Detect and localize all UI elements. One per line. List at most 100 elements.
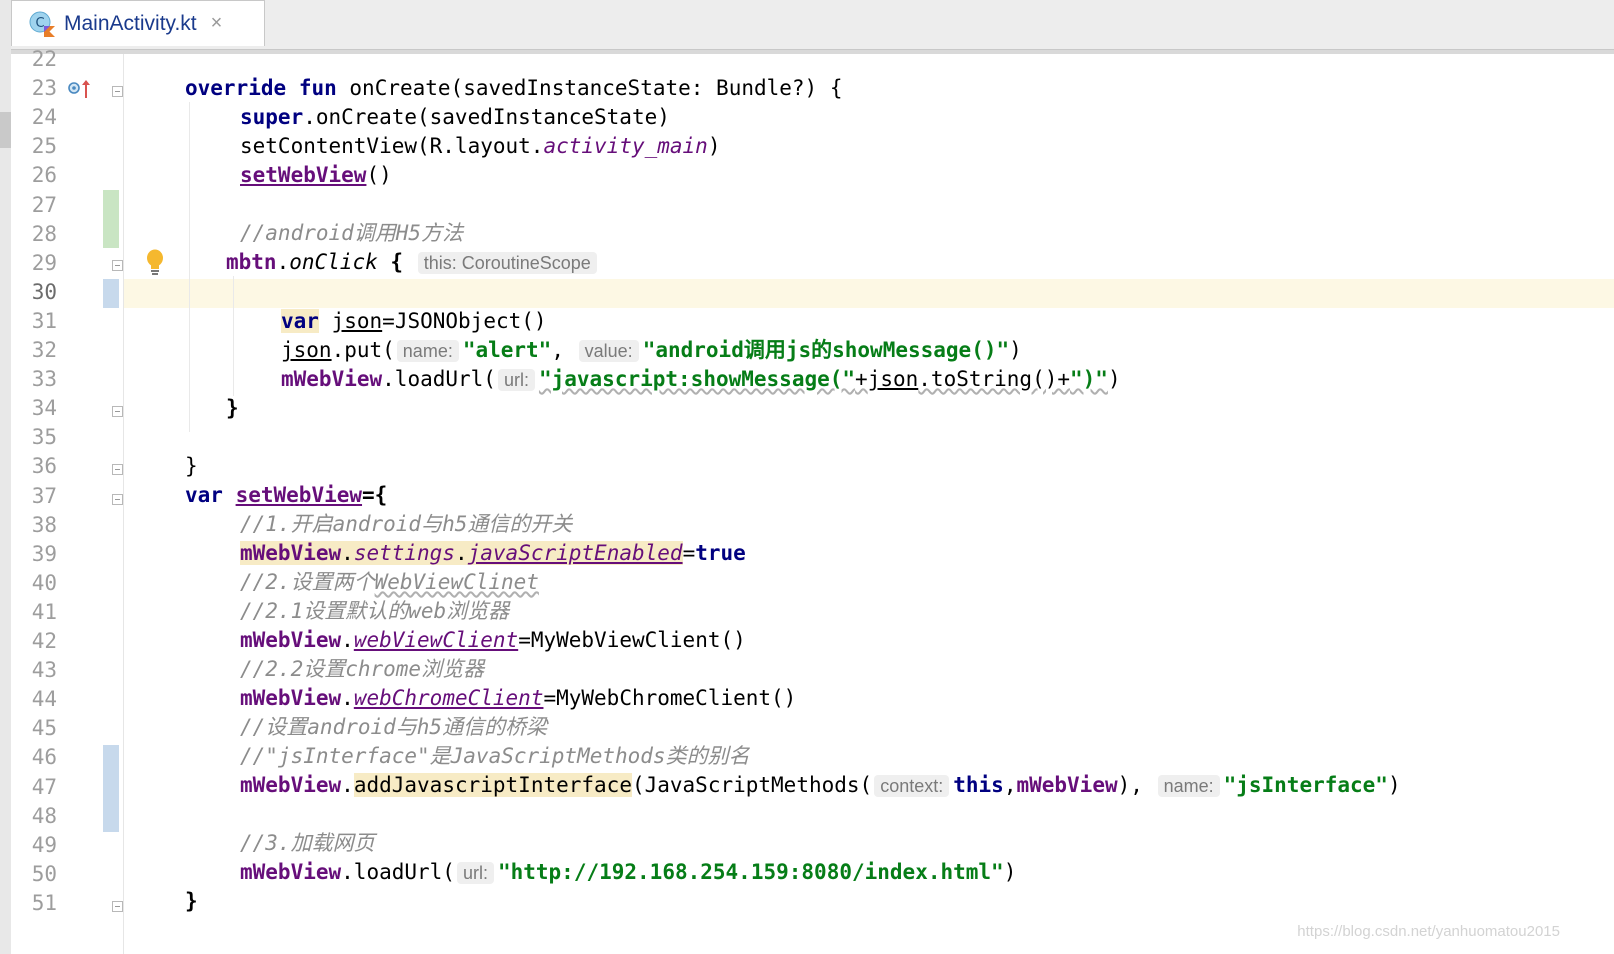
inlay-hint: name: [396,340,459,362]
code-text: .toString()+ [918,367,1070,391]
line-number: 47 [31,774,57,799]
code-line-46[interactable]: //"jsInterface"是JavaScriptMethods类的别名 [240,742,750,771]
fold-toggle-icon[interactable] [112,86,123,97]
code-line-23[interactable]: override fun onCreate(savedInstanceState… [185,74,843,103]
code-text: } [185,454,198,478]
fold-toggle-icon[interactable] [112,901,123,912]
line-number: 26 [31,163,57,188]
line-number: 33 [31,367,57,392]
property: activity_main [543,134,708,158]
code-line-34[interactable]: } [226,394,239,423]
inlay-hint: url: [497,369,535,391]
code-line-43[interactable]: //2.2设置chrome浏览器 [240,655,484,684]
code-line-28[interactable]: //android调用H5方法 [240,219,463,248]
property: webChromeClient [353,686,544,710]
code-text: . [341,773,354,797]
code-line-45[interactable]: //设置android与h5通信的桥梁 [240,713,547,742]
line-number: 30 [31,279,57,304]
code-line-26[interactable]: setWebView() [240,161,392,190]
method-call: addJavascriptInterface [353,773,632,797]
line-number: 51 [31,890,57,915]
comment: //"jsInterface"是JavaScriptMethods类的别名 [240,744,750,768]
code-line-47[interactable]: mWebView.addJavascriptInterface(JavaScri… [240,771,1401,800]
tab-mainactivity[interactable]: C MainActivity.kt × [11,0,265,46]
string-literal: "alert" [462,338,552,362]
inlay-hint: value: [578,340,639,362]
close-tab-icon[interactable]: × [211,12,223,35]
line-number: 39 [31,541,57,566]
code-line-40[interactable]: //2.设置两个WebViewClinet [240,568,539,597]
keyword: var [185,483,223,507]
fold-toggle-icon[interactable] [112,464,123,475]
line-number: 24 [31,105,57,130]
code-text: onCreate(savedInstanceState: Bundle?) { [349,76,843,100]
code-text: ), [1117,773,1156,797]
override-marker-icon[interactable] [67,78,93,102]
code-line-25[interactable]: setContentView(R.layout.activity_main) [240,132,720,161]
code-line-42[interactable]: mWebView.webViewClient=MyWebViewClient() [240,626,746,655]
comment: WebViewClinet [374,570,539,594]
extension-call: onClick [289,250,378,274]
intention-bulb-icon[interactable] [144,248,166,276]
code-text: () [366,163,392,187]
keyword: true [695,541,746,565]
code-line-41[interactable]: //2.1设置默认的web浏览器 [240,597,509,626]
code-line-39[interactable]: mWebView.settings.javaScriptEnabled=true [240,539,746,568]
indent-guide [189,102,190,432]
code-line-50[interactable]: mWebView.loadUrl(url: "http://192.168.254… [240,858,1016,887]
field: mWebView [240,773,342,797]
code-line-44[interactable]: mWebView.webChromeClient=MyWebChromeClie… [240,684,796,713]
code-line-38[interactable]: //1.开启android与h5通信的开关 [240,510,572,539]
keyword: this [953,773,1004,797]
code-line-37[interactable]: var setWebView={ [185,481,387,510]
line-number: 42 [31,629,57,653]
code-text: setContentView(R.layout. [240,134,544,158]
line-number: 28 [31,221,57,246]
code-text: =JSONObject() [382,309,547,333]
variable: json [867,367,919,391]
code-text: . [454,541,468,565]
code-line-36[interactable]: } [185,452,198,481]
code-editor[interactable]: 22 23 24 25 26 27 28 29 30 31 32 33 34 35 36 37 38 39 40 41… [11,47,1614,954]
code-line-24[interactable]: super.onCreate(savedInstanceState) [240,103,670,132]
code-text: } [185,889,198,913]
code-line-29[interactable]: mbtn.onClick { this: CoroutineScope [226,248,601,277]
comment: //android调用H5方法 [240,221,464,245]
line-number: 37 [31,483,57,508]
line-number: 36 [31,454,57,479]
code-line-32[interactable]: json.put(name: "alert", value: "android调用j… [281,336,1022,365]
editor-tab-bar: C MainActivity.kt × [11,0,1614,50]
comment: //2.设置两个 [240,570,375,594]
code-line-31[interactable]: var json=JSONObject() [281,307,547,336]
fold-toggle-icon[interactable] [112,260,123,271]
code-text: { [377,250,404,274]
kotlin-class-file-icon: C [28,10,56,38]
keyword: override [185,76,287,100]
field: mWebView [240,628,342,652]
code-text: .onCreate(savedInstanceState) [303,105,670,129]
code-line-33[interactable]: mWebView.loadUrl(url: "javascript:showMes… [281,365,1121,394]
inlay-hint: url: [456,862,494,884]
code-text: .put( [331,338,395,362]
code-text: =MyWebChromeClient() [543,686,797,710]
code-text: . [341,541,354,565]
code-line-49[interactable]: //3.加载网页 [240,829,375,858]
code-line-51[interactable]: } [185,887,198,916]
line-number: 22 [31,47,57,71]
fold-toggle-icon[interactable] [112,406,123,417]
line-number: 34 [31,396,57,421]
code-text: ) [1107,367,1121,391]
code-text: =MyWebViewClient() [518,628,746,652]
code-text: + [855,367,868,391]
code-text: , [1003,773,1017,797]
line-number: 25 [31,134,57,159]
field: mWebView [240,541,342,565]
property: webViewClient [353,628,519,652]
vcs-modified-marker [103,745,119,832]
code-text: , [551,338,577,362]
string-literal: "http://192.168.254.159:8080/index.html" [497,860,1004,884]
svg-text:C: C [35,16,44,31]
line-number: 32 [31,338,57,362]
string-literal: "jsInterface" [1223,773,1388,797]
fold-toggle-icon[interactable] [112,494,123,505]
